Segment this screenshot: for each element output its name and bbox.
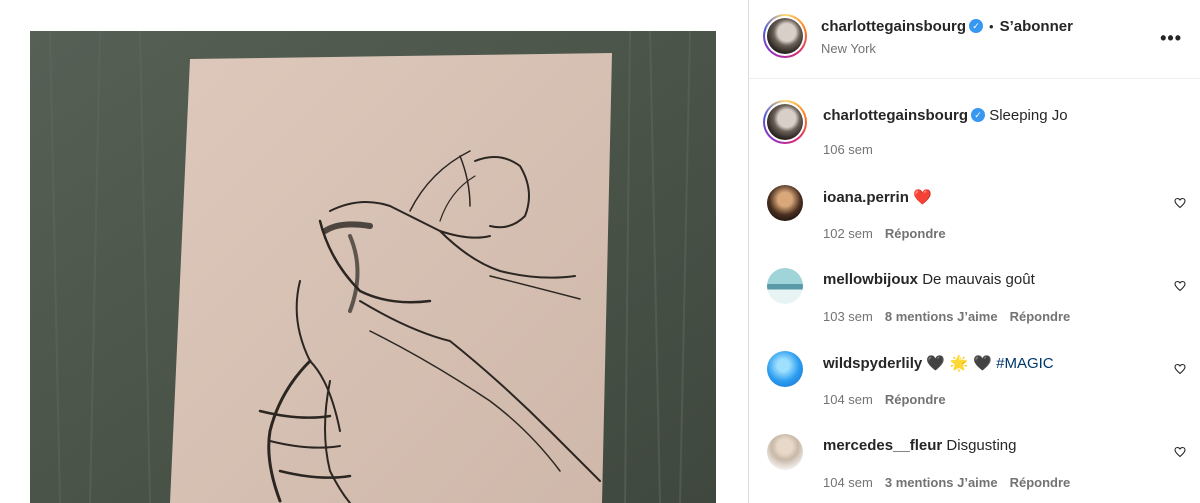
comment-username[interactable]: mellowbijoux: [823, 271, 918, 288]
caption-text: Sleeping Jo: [989, 107, 1068, 124]
reply-button[interactable]: Répondre: [1010, 475, 1071, 490]
comment-meta: 104 sem 3 mentions J’aime Répondre: [823, 475, 1082, 490]
hashtag-link[interactable]: #MAGIC: [996, 355, 1054, 372]
comment-likes[interactable]: 3 mentions J’aime: [885, 475, 998, 490]
reply-button[interactable]: Répondre: [1010, 309, 1071, 324]
comment-likes[interactable]: 8 mentions J’aime: [885, 309, 998, 324]
reply-button[interactable]: Répondre: [885, 392, 946, 407]
commenter-avatar[interactable]: [767, 268, 803, 304]
caption-row: charlottegainsbourg ✓ Sleeping Jo 106 sem: [749, 100, 1200, 160]
follow-button[interactable]: S’abonner: [1000, 18, 1073, 35]
author-avatar-image: [767, 18, 803, 54]
comment-meta: 104 sem Répondre: [823, 392, 958, 407]
header-title-row: charlottegainsbourg ✓ • S’abonner: [821, 18, 1073, 36]
comment-username[interactable]: ioana.perrin: [823, 189, 909, 206]
like-heart-icon[interactable]: [1174, 363, 1186, 375]
separator-dot: •: [989, 19, 994, 34]
comment-time[interactable]: 102 sem: [823, 226, 873, 241]
comment-text: ❤️: [913, 188, 932, 206]
comment-time[interactable]: 104 sem: [823, 475, 873, 490]
caption-time[interactable]: 106 sem: [823, 142, 873, 157]
comment-text-line: ioana.perrin ❤️: [823, 188, 932, 206]
comment-text-line: mellowbijoux De mauvais goût: [823, 271, 1035, 288]
author-avatar[interactable]: [763, 14, 807, 58]
post-details-pane: charlottegainsbourg ✓ • S’abonner New York …: [749, 0, 1200, 503]
comment-text: Disgusting: [946, 437, 1017, 454]
comment-username[interactable]: wildspyderlily: [823, 355, 922, 372]
reply-button[interactable]: Répondre: [885, 226, 946, 241]
comment-meta: 103 sem 8 mentions J’aime Répondre: [823, 309, 1082, 324]
comment-row: mercedes__fleur Disgusting 104 sem 3 ment…: [749, 434, 1200, 494]
comment-text-line: mercedes__fleur Disgusting: [823, 437, 1016, 454]
comment-meta: 102 sem Répondre: [823, 226, 958, 241]
post-media-pane: [0, 0, 748, 503]
comment-username[interactable]: mercedes__fleur: [823, 437, 942, 454]
comment-row: mellowbijoux De mauvais goût 103 sem 8 me…: [749, 268, 1200, 328]
commenter-avatar[interactable]: [767, 351, 803, 387]
post-image[interactable]: [30, 31, 716, 503]
like-heart-icon[interactable]: [1174, 280, 1186, 292]
comment-time[interactable]: 103 sem: [823, 309, 873, 324]
post-header: charlottegainsbourg ✓ • S’abonner New York …: [749, 0, 1200, 79]
commenter-avatar[interactable]: [767, 434, 803, 470]
verified-badge-icon: ✓: [971, 108, 986, 123]
caption-author-avatar[interactable]: [763, 100, 807, 144]
comment-text-line: wildspyderlily 🖤 🌟 🖤 #MAGIC: [823, 354, 1054, 372]
more-options-icon[interactable]: •••: [1160, 29, 1182, 47]
comment-text: De mauvais goût: [922, 271, 1035, 288]
caption-username[interactable]: charlottegainsbourg: [823, 107, 968, 124]
caption-text-line: charlottegainsbourg ✓ Sleeping Jo: [823, 107, 1068, 124]
verified-badge-icon: ✓: [969, 18, 984, 33]
comment-row: wildspyderlily 🖤 🌟 🖤 #MAGIC 104 sem Répon…: [749, 351, 1200, 411]
caption-avatar-image: [767, 104, 803, 140]
charcoal-sketch-image: [30, 31, 716, 503]
like-heart-icon[interactable]: [1174, 446, 1186, 458]
author-username[interactable]: charlottegainsbourg: [821, 18, 966, 35]
commenter-avatar[interactable]: [767, 185, 803, 221]
caption-meta: 106 sem: [823, 142, 885, 157]
comment-time[interactable]: 104 sem: [823, 392, 873, 407]
comment-text: 🖤 🌟 🖤: [926, 354, 992, 372]
like-heart-icon[interactable]: [1174, 197, 1186, 209]
post-location[interactable]: New York: [821, 41, 876, 56]
comment-row: ioana.perrin ❤️ 102 sem Répondre: [749, 185, 1200, 245]
